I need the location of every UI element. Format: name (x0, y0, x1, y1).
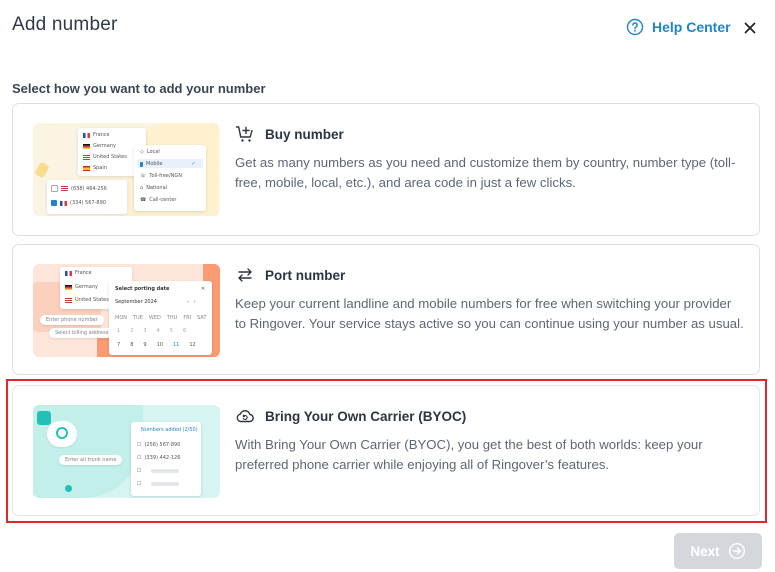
option-description-buy-number: Get as many numbers as you need and cust… (235, 155, 736, 190)
section-subtitle: Select how you want to add your number (12, 81, 266, 96)
close-icon[interactable] (740, 18, 760, 38)
option-card-buy-number[interactable]: France Germany United States Spain ◇ Loc… (12, 103, 760, 236)
question-circle-icon (626, 18, 644, 36)
option-description-port-number: Keep your current landline and mobile nu… (235, 296, 744, 331)
buy-number-illustration: France Germany United States Spain ◇ Loc… (33, 123, 220, 216)
option-description-byoc: With Bring Your Own Carrier (BYOC), you … (235, 437, 703, 472)
option-card-byoc[interactable]: Enter all trunk name Numbers added (2/50… (12, 385, 760, 516)
next-button[interactable]: Next (674, 533, 762, 569)
swap-arrows-icon (238, 268, 252, 282)
cloud-sync-icon (236, 410, 254, 423)
option-card-port-number[interactable]: France Germany United States Enter phone… (12, 244, 760, 375)
help-center-label: Help Center (652, 19, 731, 35)
option-title-byoc: Bring Your Own Carrier (BYOC) (265, 408, 467, 424)
port-number-illustration: France Germany United States Enter phone… (33, 264, 220, 357)
option-title-port-number: Port number (265, 267, 346, 283)
cart-plus-icon (235, 126, 253, 142)
help-center-link[interactable]: Help Center (626, 18, 731, 36)
dialog-title: Add number (12, 14, 118, 35)
next-button-label: Next (690, 543, 720, 559)
arrow-right-circle-icon (728, 542, 745, 560)
option-title-buy-number: Buy number (265, 126, 344, 142)
byoc-illustration: Enter all trunk name Numbers added (2/50… (33, 405, 220, 498)
